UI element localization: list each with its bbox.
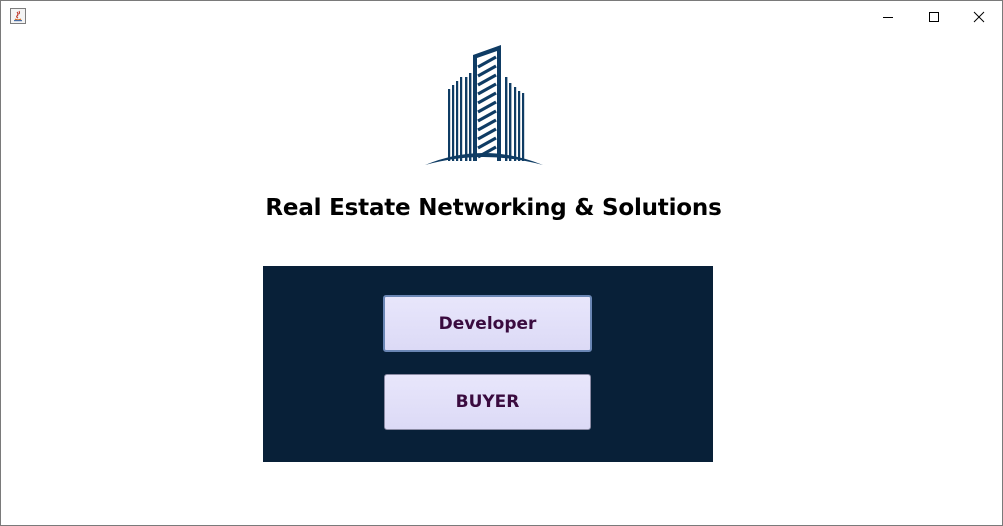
buyer-button[interactable]: BUYER <box>384 374 591 430</box>
close-icon <box>973 11 985 22</box>
java-app-icon <box>10 8 26 24</box>
maximize-button[interactable] <box>911 1 957 32</box>
minimize-button[interactable] <box>865 1 911 32</box>
role-selection-panel: Developer BUYER <box>263 266 713 462</box>
close-button[interactable] <box>956 1 1002 32</box>
app-title: Real Estate Networking & Solutions <box>265 195 722 221</box>
developer-button[interactable]: Developer <box>383 295 592 352</box>
maximize-icon <box>929 11 939 22</box>
minimize-icon <box>883 16 893 18</box>
application-window: Real Estate Networking & Solutions Devel… <box>0 0 1003 526</box>
title-bar[interactable] <box>1 1 1002 32</box>
buildings-logo-icon <box>425 45 543 165</box>
